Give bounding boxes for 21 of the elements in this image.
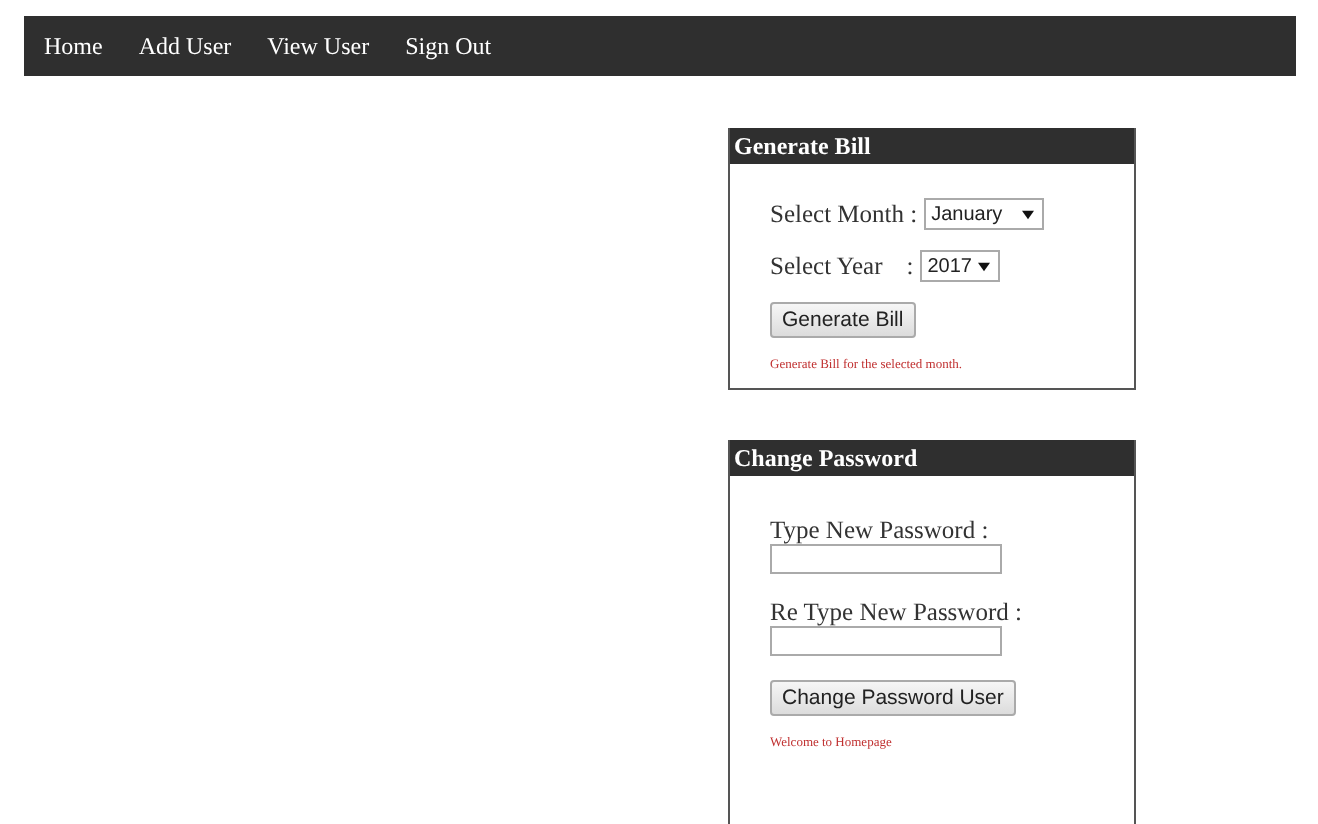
- password-field[interactable]: [770, 544, 1002, 574]
- field-label: Type New Password :: [770, 516, 991, 544]
- year-select[interactable]: 2017: [919, 250, 1000, 282]
- panel-title: Change Password: [730, 440, 1134, 476]
- field-label: Select Year: [770, 251, 883, 281]
- password-field[interactable]: [770, 626, 1002, 656]
- field-label: Re Type New Password :: [770, 598, 1024, 626]
- field-label: Select Month :: [770, 199, 918, 229]
- generate-bill-button[interactable]: Generate Bill: [770, 302, 916, 338]
- label-separator: :: [906, 251, 914, 281]
- caret-icon: [977, 261, 990, 271]
- change-password-button[interactable]: Change Password User: [770, 680, 1016, 716]
- nav-link[interactable]: Add User: [138, 31, 232, 61]
- select-value: 2017: [927, 255, 972, 277]
- select-value: January: [931, 203, 1003, 225]
- month-select[interactable]: January: [923, 198, 1044, 230]
- nav-link[interactable]: View User: [267, 31, 370, 61]
- nav-link[interactable]: Sign Out: [405, 31, 492, 61]
- caret-icon: [1021, 209, 1034, 219]
- nav-link[interactable]: Home: [44, 31, 103, 61]
- panel-title: Generate Bill: [730, 128, 1134, 164]
